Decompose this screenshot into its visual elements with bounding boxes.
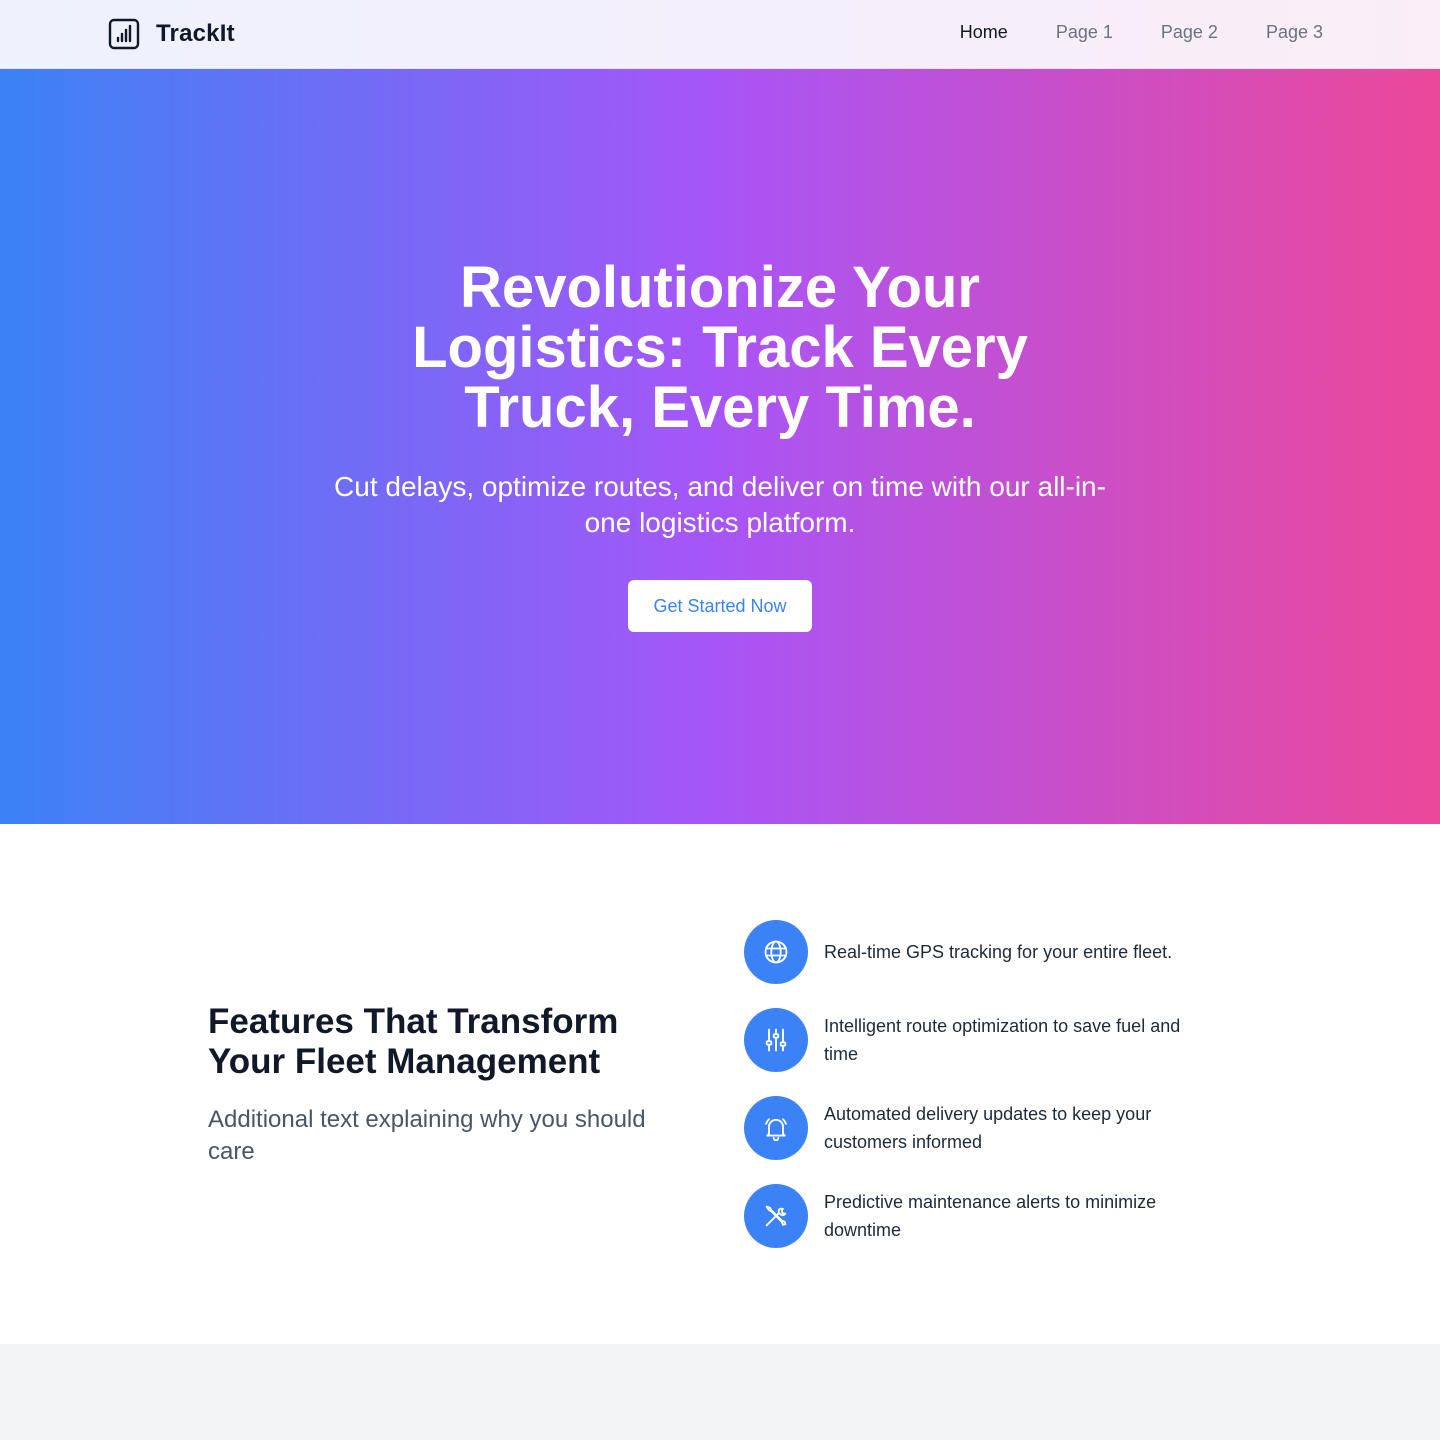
brand-name: TrackIt [156,20,235,47]
feature-text: Predictive maintenance alerts to minimiz… [824,1192,1157,1240]
feature-icon-badge [744,1008,808,1072]
brand-logo[interactable]: TrackIt [108,17,235,51]
nav-item-page-3[interactable]: Page 3 [1266,22,1323,43]
feature-icon-badge [744,1096,808,1160]
hero-subtitle: Cut delays, optimize routes, and deliver… [334,471,1106,538]
bar-chart-icon [108,18,140,50]
features-description: Additional text explaining why you shoul… [208,1106,646,1165]
feature-text: Intelligent route optimization to save f… [824,1016,1181,1064]
next-section-band [0,1344,1440,1440]
feature-item-route: Intelligent route optimization to save f… [744,1008,1224,1072]
feature-text: Automated delivery updates to keep your … [824,1104,1152,1152]
site-header: TrackIt Home Page 1 Page 2 Page 3 [0,0,1440,69]
feature-text: Real-time GPS tracking for your entire f… [824,942,1173,962]
main-nav: Home Page 1 Page 2 Page 3 [960,22,1323,43]
feature-item-updates: Automated delivery updates to keep your … [744,1096,1224,1160]
sliders-icon [765,1028,787,1052]
globe-icon [764,940,788,964]
nav-item-home[interactable]: Home [960,22,1008,43]
feature-icon-badge [744,920,808,984]
feature-item-gps: Real-time GPS tracking for your entire f… [744,920,1224,984]
feature-item-maintenance: Predictive maintenance alerts to minimiz… [744,1184,1224,1248]
bell-icon [765,1118,787,1142]
hero-section: Revolutionize Your Logistics: Track Ever… [0,69,1440,824]
get-started-button[interactable]: Get Started Now [628,580,812,632]
nav-item-page-1[interactable]: Page 1 [1056,22,1113,43]
features-heading: Features That Transform Your Fleet Manag… [208,1002,619,1081]
nav-item-page-2[interactable]: Page 2 [1161,22,1218,43]
tools-icon [765,1205,787,1227]
hero-title: Revolutionize Your Logistics: Track Ever… [412,255,1028,440]
feature-icon-badge [744,1184,808,1248]
